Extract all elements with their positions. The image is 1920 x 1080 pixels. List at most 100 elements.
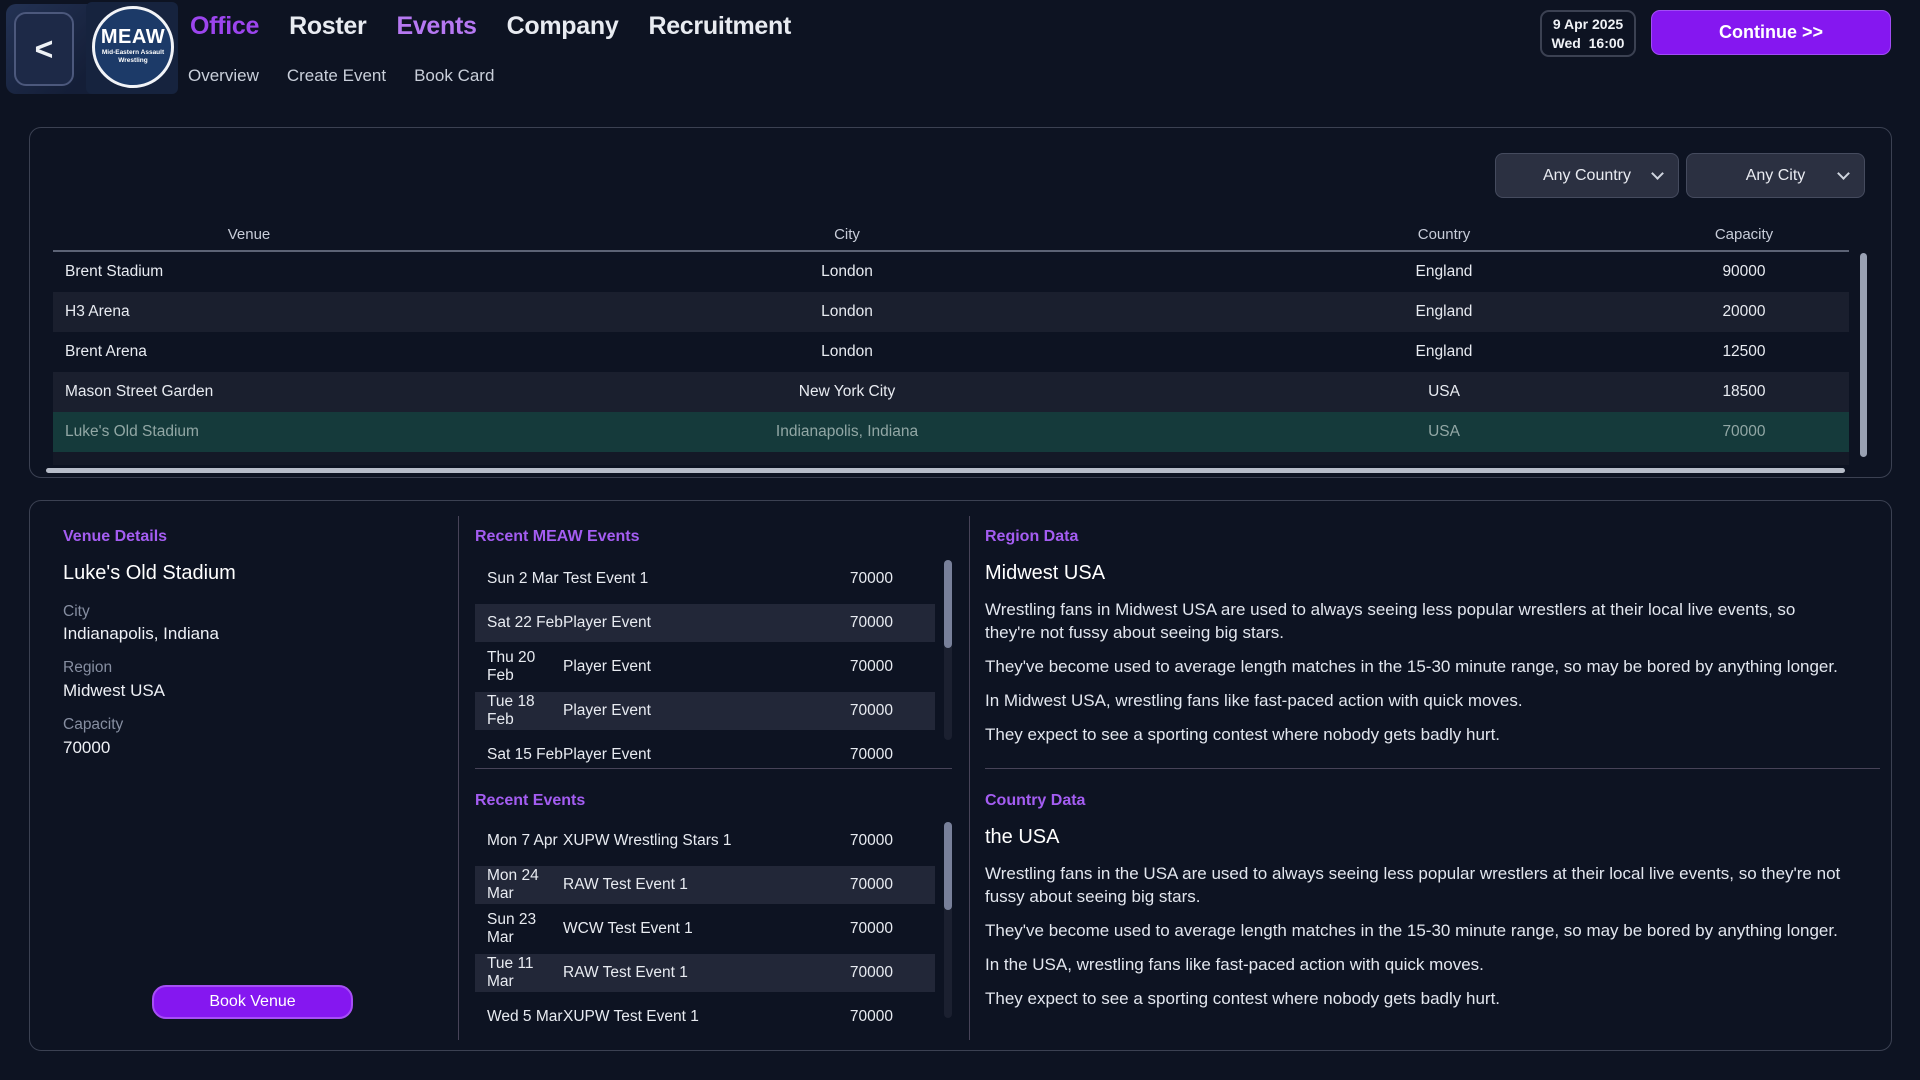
list-item[interactable]: Sat 15 Feb Player Event 70000 bbox=[475, 736, 935, 768]
region-paragraph: They've become used to average length ma… bbox=[985, 655, 1850, 678]
country-paragraph: They expect to see a sporting contest wh… bbox=[985, 987, 1850, 1010]
table-row[interactable]: Brent Stadium London England 90000 bbox=[53, 252, 1849, 292]
column-header-country: Country bbox=[1249, 226, 1639, 243]
event-date: Mon 24 Mar bbox=[487, 867, 563, 903]
country-filter-value: Any Country bbox=[1543, 167, 1631, 185]
event-date: Sun 2 Mar bbox=[487, 570, 563, 588]
cell-venue: Brent Stadium bbox=[53, 263, 445, 281]
event-name: Player Event bbox=[563, 658, 797, 676]
city-value: Indianapolis, Indiana bbox=[63, 624, 219, 644]
capacity-label: Capacity bbox=[63, 716, 123, 734]
event-date: Tue 18 Feb bbox=[487, 693, 563, 729]
nav-item-roster[interactable]: Roster bbox=[289, 12, 366, 41]
subnav-item-overview[interactable]: Overview bbox=[188, 66, 259, 86]
event-name: Test Event 1 bbox=[563, 570, 797, 588]
cell-country: England bbox=[1249, 263, 1639, 281]
subnav-item-create-event[interactable]: Create Event bbox=[287, 66, 386, 86]
table-row[interactable]: Brent Arena London England 12500 bbox=[53, 332, 1849, 372]
cell-city: New York City bbox=[445, 383, 1249, 401]
cell-country: England bbox=[1249, 303, 1639, 321]
meaw-events-scrollbar[interactable] bbox=[944, 560, 952, 740]
region-data-title: Region Data bbox=[985, 528, 1078, 546]
book-venue-label: Book Venue bbox=[209, 993, 295, 1011]
event-attendance: 70000 bbox=[797, 614, 893, 632]
cell-capacity: 90000 bbox=[1639, 263, 1849, 281]
event-date: Sun 23 Mar bbox=[487, 911, 563, 947]
venue-details-title: Venue Details bbox=[63, 528, 167, 546]
event-attendance: 70000 bbox=[797, 920, 893, 938]
list-item[interactable]: Tue 11 Mar RAW Test Event 1 70000 bbox=[475, 954, 935, 992]
event-date: Thu 20 Feb bbox=[487, 649, 563, 685]
city-filter-value: Any City bbox=[1746, 167, 1806, 185]
table-horizontal-scrollbar[interactable] bbox=[46, 468, 1845, 473]
scrollbar-thumb[interactable] bbox=[944, 822, 952, 910]
game-date: 9 Apr 2025 bbox=[1553, 15, 1623, 34]
list-item[interactable]: Tue 18 Feb Player Event 70000 bbox=[475, 692, 935, 730]
book-venue-button[interactable]: Book Venue bbox=[152, 985, 353, 1019]
nav-item-events[interactable]: Events bbox=[396, 12, 476, 41]
list-item[interactable]: Thu 20 Feb Player Event 70000 bbox=[475, 648, 935, 686]
country-data-title: Country Data bbox=[985, 792, 1085, 810]
column-divider bbox=[458, 516, 459, 1040]
recent-events-scrollbar[interactable] bbox=[944, 822, 952, 1018]
event-attendance: 70000 bbox=[797, 658, 893, 676]
scrollbar-thumb[interactable] bbox=[944, 560, 952, 648]
table-row[interactable]: H3 Arena London England 20000 bbox=[53, 292, 1849, 332]
meaw-events-title: Recent MEAW Events bbox=[475, 528, 639, 546]
region-paragraph: They expect to see a sporting contest wh… bbox=[985, 723, 1850, 746]
section-divider bbox=[985, 768, 1880, 769]
event-date: Sat 15 Feb bbox=[487, 746, 563, 764]
country-paragraph: Wrestling fans in the USA are used to al… bbox=[985, 862, 1850, 908]
list-item[interactable]: Wed 5 Mar XUPW Test Event 1 70000 bbox=[475, 998, 935, 1026]
nav-item-recruitment[interactable]: Recruitment bbox=[648, 12, 791, 41]
cell-venue: H3 Arena bbox=[53, 303, 445, 321]
nav-item-office[interactable]: Office bbox=[190, 12, 259, 41]
region-label: Region bbox=[63, 659, 112, 677]
venue-name: Luke's Old Stadium bbox=[63, 562, 236, 585]
event-attendance: 70000 bbox=[797, 964, 893, 982]
column-header-city: City bbox=[445, 226, 1249, 243]
event-attendance: 70000 bbox=[797, 702, 893, 720]
cell-country: USA bbox=[1249, 423, 1639, 441]
region-paragraph: Wrestling fans in Midwest USA are used t… bbox=[985, 598, 1850, 644]
cell-city: London bbox=[445, 303, 1249, 321]
city-filter-dropdown[interactable]: Any City bbox=[1686, 153, 1865, 198]
table-row[interactable]: Mason Street Garden New York City USA 18… bbox=[53, 372, 1849, 412]
list-item[interactable]: Sat 22 Feb Player Event 70000 bbox=[475, 604, 935, 642]
subnav-item-book-card[interactable]: Book Card bbox=[414, 66, 494, 86]
table-vertical-scrollbar[interactable] bbox=[1860, 253, 1867, 457]
region-data-text: Wrestling fans in Midwest USA are used t… bbox=[985, 598, 1850, 757]
app-screen: < MEAW Mid-Eastern Assault Wrestling Off… bbox=[0, 0, 1920, 1080]
list-item[interactable]: Mon 24 Mar RAW Test Event 1 70000 bbox=[475, 866, 935, 904]
event-attendance: 70000 bbox=[797, 876, 893, 894]
back-button[interactable]: < bbox=[14, 12, 74, 86]
main-nav: Office Roster Events Company Recruitment bbox=[190, 12, 791, 41]
country-paragraph: In the USA, wrestling fans like fast-pac… bbox=[985, 953, 1850, 976]
event-name: RAW Test Event 1 bbox=[563, 964, 797, 982]
column-divider bbox=[969, 516, 970, 1040]
venue-table: Venue City Country Capacity Brent Stadiu… bbox=[53, 218, 1849, 465]
event-attendance: 70000 bbox=[797, 746, 893, 764]
event-attendance: 70000 bbox=[797, 570, 893, 588]
venue-table-header: Venue City Country Capacity bbox=[53, 218, 1849, 252]
list-item[interactable]: Sun 2 Mar Test Event 1 70000 bbox=[475, 560, 935, 598]
continue-button-label: Continue >> bbox=[1719, 22, 1823, 43]
recent-events-title: Recent Events bbox=[475, 792, 585, 810]
list-item[interactable]: Mon 7 Apr XUPW Wrestling Stars 1 70000 bbox=[475, 822, 935, 860]
section-divider bbox=[475, 768, 952, 769]
column-header-venue: Venue bbox=[53, 226, 445, 243]
nav-item-company[interactable]: Company bbox=[507, 12, 619, 41]
event-name: XUPW Wrestling Stars 1 bbox=[563, 832, 797, 850]
list-item[interactable]: Sun 23 Mar WCW Test Event 1 70000 bbox=[475, 910, 935, 948]
continue-button[interactable]: Continue >> bbox=[1651, 10, 1891, 55]
event-date: Wed 5 Mar bbox=[487, 1008, 563, 1026]
column-header-capacity: Capacity bbox=[1639, 226, 1849, 243]
region-paragraph: In Midwest USA, wrestling fans like fast… bbox=[985, 689, 1850, 712]
event-name: Player Event bbox=[563, 614, 797, 632]
cell-capacity: 70000 bbox=[1639, 423, 1849, 441]
event-name: WCW Test Event 1 bbox=[563, 920, 797, 938]
table-row-selected[interactable]: Luke's Old Stadium Indianapolis, Indiana… bbox=[53, 412, 1849, 452]
country-filter-dropdown[interactable]: Any Country bbox=[1495, 153, 1679, 198]
game-date-display: 9 Apr 2025 Wed 16:00 bbox=[1540, 10, 1636, 57]
cell-venue: Mason Street Garden bbox=[53, 383, 445, 401]
